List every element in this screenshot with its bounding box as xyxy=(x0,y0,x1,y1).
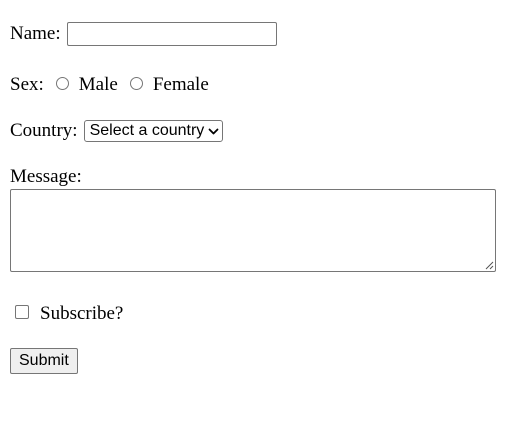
sex-field-row: Sex: Male Female xyxy=(10,72,209,98)
country-field-row: Country: Select a country xyxy=(10,118,224,144)
message-field-row: Message: xyxy=(10,165,82,189)
chevron-down-icon xyxy=(208,128,219,134)
subscribe-checkbox[interactable] xyxy=(15,305,29,319)
message-label: Message: xyxy=(10,166,82,187)
male-radio[interactable] xyxy=(55,76,69,90)
message-textarea[interactable] xyxy=(10,189,496,272)
submit-button[interactable]: Submit xyxy=(10,348,78,374)
name-field-row: Name: xyxy=(10,20,277,48)
country-label: Country: xyxy=(10,120,78,141)
resize-handle-icon[interactable] xyxy=(484,260,494,270)
country-select[interactable]: Select a country xyxy=(83,120,224,142)
sex-label: Sex: xyxy=(10,74,44,95)
subscribe-field-row: Subscribe? xyxy=(10,301,123,327)
female-radio[interactable] xyxy=(129,76,143,90)
name-input[interactable] xyxy=(66,22,277,46)
country-select-value: Select a country xyxy=(89,122,205,139)
male-radio-label[interactable]: Male xyxy=(79,74,118,96)
subscribe-label[interactable]: Subscribe? xyxy=(40,303,123,325)
female-radio-label[interactable]: Female xyxy=(153,74,209,96)
name-label: Name: xyxy=(10,23,61,44)
